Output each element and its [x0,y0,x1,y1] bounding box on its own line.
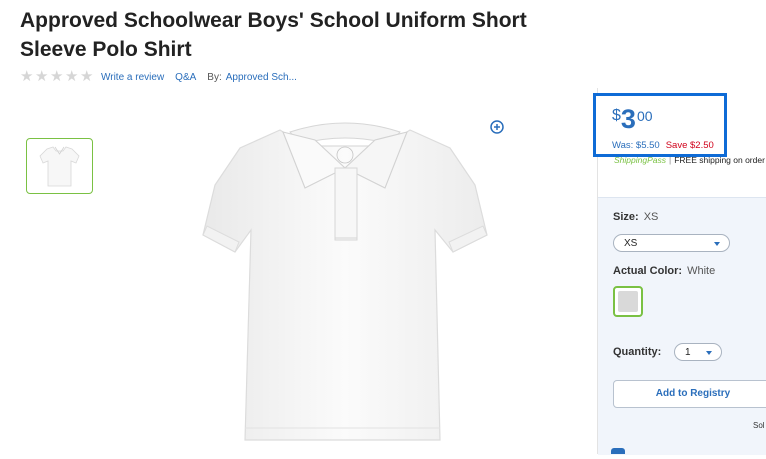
price-dollars: 3 [620,104,636,134]
size-select[interactable]: XS [613,234,730,252]
cropped-blue-element [611,448,625,454]
add-to-registry-button[interactable]: Add to Registry [613,380,766,408]
quantity-select-value: 1 [685,347,691,358]
star-icon: ★ [65,68,79,85]
chevron-down-icon [714,242,720,246]
product-main-image[interactable] [185,110,505,454]
color-label-row: Actual Color: White [613,265,715,277]
size-label-row: Size: XS [613,211,658,223]
color-label: Actual Color: [613,265,683,277]
polo-shirt-thumbnail-image [39,146,80,187]
qa-link[interactable]: Q&A [175,72,196,83]
was-price-row: Was: $5.50 Save $2.50 [612,140,714,151]
product-thumbnail[interactable] [26,138,93,194]
rating-row: ★ ★ ★ ★ ★ Write a review Q&A By: Approved… [20,68,297,86]
price-highlight-box: $300 Was: $5.50 Save $2.50 [593,93,727,157]
sold-by-text: Sol [753,421,765,430]
shipping-pass-logo[interactable]: ShippingPass [614,155,666,165]
quantity-select[interactable]: 1 [674,343,722,361]
size-value: XS [643,211,659,223]
color-value: White [687,265,716,277]
free-shipping-text: FREE shipping on order [674,155,765,165]
brand-byline: By: Approved Sch... [207,72,297,83]
size-label: Size: [613,211,639,223]
brand-link[interactable]: Approved Sch... [226,72,297,83]
current-price: $300 [612,106,653,133]
price-cents: 00 [636,108,653,124]
color-swatch-white[interactable] [613,286,643,317]
swatch-fill [618,291,638,312]
shipping-pass-row: ShippingPass | FREE shipping on order [614,155,765,165]
product-title: Approved Schoolwear Boys' School Uniform… [20,9,527,61]
shipping-separator: | [668,155,672,165]
by-label: By: [207,71,222,83]
save-amount: Save $2.50 [665,140,714,151]
star-icon: ★ [50,68,64,85]
star-icon: ★ [35,68,49,85]
star-icon: ★ [20,68,34,85]
quantity-label: Quantity: [613,346,662,358]
star-rating[interactable]: ★ ★ ★ ★ ★ [20,68,95,85]
chevron-down-icon [706,351,712,355]
was-price: Was: $5.50 [612,140,660,151]
quantity-label-row: Quantity: [613,346,661,358]
polo-shirt-image [202,122,488,441]
write-review-link[interactable]: Write a review [101,72,164,83]
star-icon: ★ [80,68,94,85]
price-currency: $ [612,107,621,124]
size-select-value: XS [624,238,638,249]
